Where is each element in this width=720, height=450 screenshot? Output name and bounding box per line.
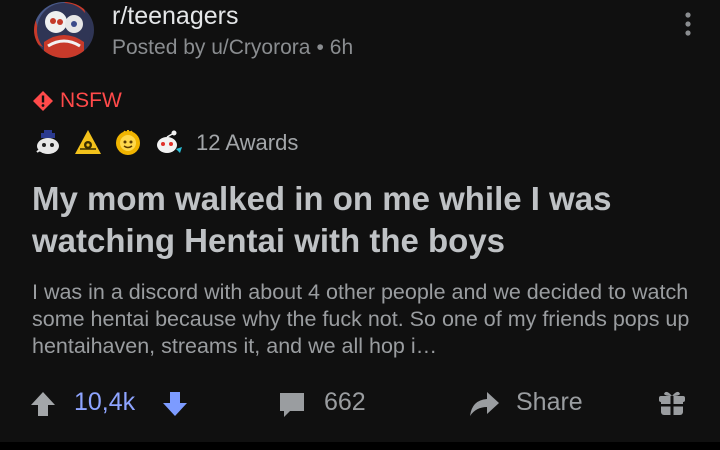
- bottom-divider: [0, 442, 720, 450]
- upvote-icon[interactable]: [30, 390, 56, 418]
- rocket-like-award-icon: [75, 130, 101, 154]
- meta-separator: •: [316, 36, 324, 59]
- post-actions-bar: 10,4k 662 Share: [0, 380, 720, 430]
- share-icon[interactable]: [468, 389, 500, 419]
- wholesome-award-icon: [36, 130, 59, 154]
- snoo-award-icon: [157, 130, 182, 153]
- avatar-art-icon: [37, 3, 91, 58]
- vote-score: 10,4k: [74, 388, 136, 416]
- comments-count[interactable]: 662: [324, 388, 366, 417]
- nsfw-flair: NSFW: [32, 88, 122, 114]
- post-title[interactable]: My mom walked in on me while I was watch…: [32, 178, 692, 262]
- gift-icon[interactable]: [658, 388, 686, 418]
- subreddit-name[interactable]: r/teenagers: [112, 2, 238, 31]
- comment-icon[interactable]: [277, 390, 307, 420]
- nsfw-diamond-icon: [33, 91, 53, 111]
- awards-row[interactable]: 12 Awards: [32, 126, 298, 160]
- gold-award-icon: [116, 130, 140, 155]
- more-options-icon[interactable]: [678, 10, 698, 38]
- post-age: 6h: [329, 36, 354, 59]
- nsfw-label: NSFW: [60, 89, 122, 112]
- awards-count: 12 Awards: [196, 130, 299, 155]
- post-body-preview[interactable]: I was in a discord with about 4 other pe…: [32, 279, 692, 360]
- post-card[interactable]: r/teenagers Posted by u/Cryorora • 6h NSFW: [0, 0, 720, 442]
- post-header: r/teenagers Posted by u/Cryorora • 6h: [34, 0, 694, 62]
- downvote-icon[interactable]: [162, 390, 188, 418]
- subreddit-avatar[interactable]: [34, 2, 94, 58]
- posted-by[interactable]: Posted by u/Cryorora: [112, 36, 310, 59]
- share-button-label[interactable]: Share: [516, 388, 583, 417]
- post-meta: Posted by u/Cryorora • 6h: [112, 36, 353, 60]
